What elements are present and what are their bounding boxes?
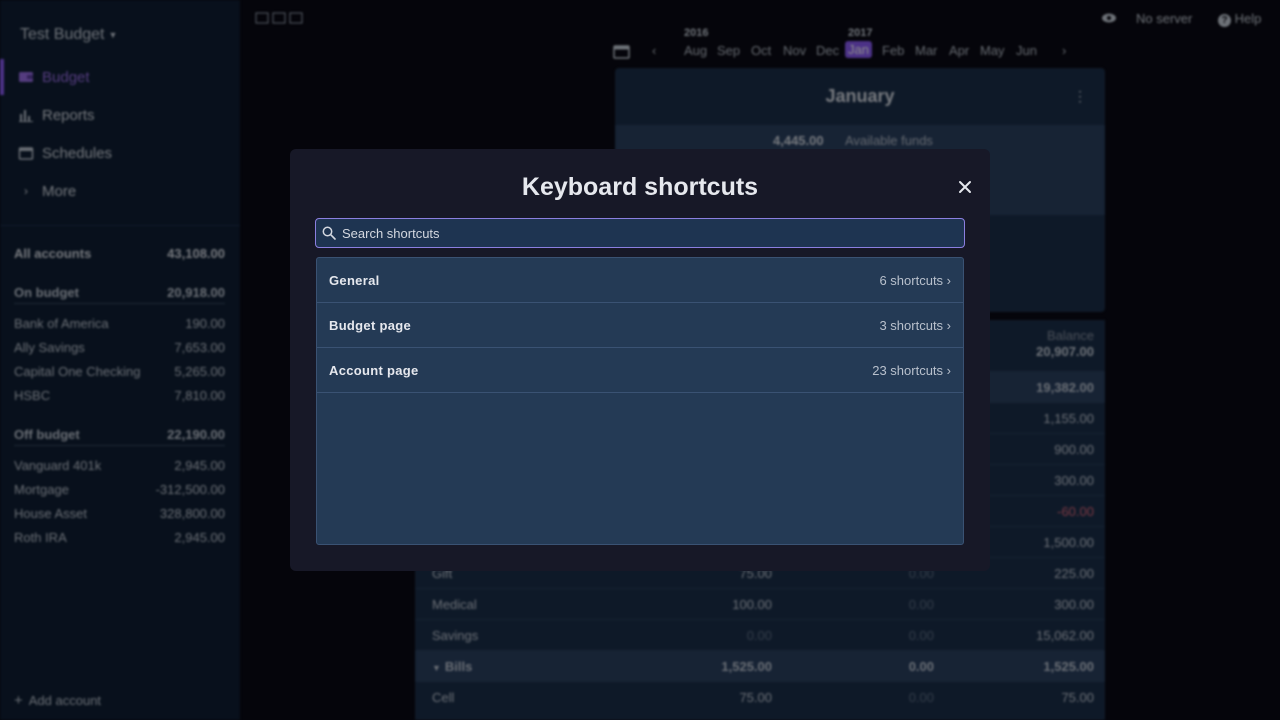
shortcut-count: 23 shortcuts › [872,363,951,378]
search-input[interactable] [340,219,960,247]
shortcut-category-list: General 6 shortcuts › Budget page 3 shor… [316,257,964,545]
close-icon[interactable] [956,178,974,196]
search-icon [322,226,336,240]
modal-title: Keyboard shortcuts [521,173,759,201]
category-name: Account page [329,363,419,378]
search-field[interactable] [315,218,965,248]
category-account-page[interactable]: Account page 23 shortcuts › [317,348,963,393]
category-general[interactable]: General 6 shortcuts › [317,258,963,303]
shortcut-count: 6 shortcuts › [879,273,951,288]
category-name: Budget page [329,318,412,333]
category-budget-page[interactable]: Budget page 3 shortcuts › [317,303,963,348]
category-name: General [329,273,380,288]
shortcut-count: 3 shortcuts › [879,318,951,333]
keyboard-shortcuts-modal: Keyboard shortcuts General 6 shortcuts ›… [290,149,990,571]
